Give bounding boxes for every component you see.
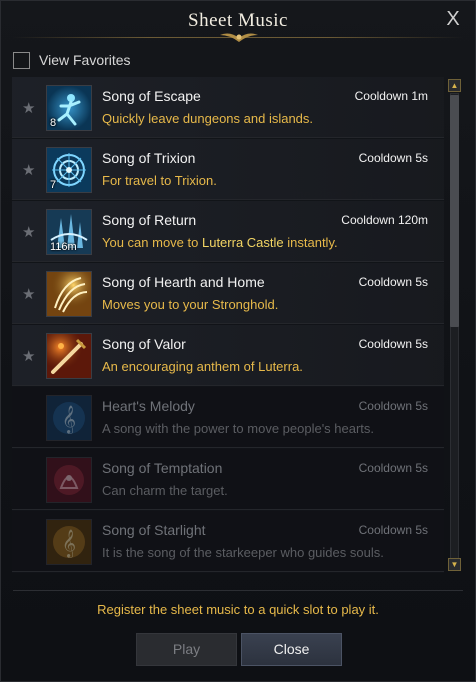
song-description: An encouraging anthem of Luterra. [102,359,303,374]
list-scrollbar[interactable]: ▲ ▼ [448,79,461,573]
list-item[interactable]: Song of Temptation Cooldown 5s Can charm… [12,449,444,510]
favorites-checkbox[interactable] [13,51,30,69]
scroll-down-icon[interactable]: ▼ [448,558,461,571]
list-item[interactable]: ★ Song of Valor Cooldown 5s An encouragi… [12,325,444,386]
scroll-thumb[interactable] [450,95,459,327]
song-name: Song of Temptation [102,460,223,476]
list-item[interactable]: 𝄞 Song of Starlight Cooldown 5s It is th… [12,511,444,572]
song-cooldown: Cooldown 5s [358,523,428,537]
return-song-icon: 116m [46,209,92,255]
song-cooldown: Cooldown 5s [358,151,428,165]
song-list: ★ 8 Song of Escape Cooldown 1m Quickly l… [12,77,444,573]
close-button[interactable]: Close [241,633,342,666]
item-count: 7 [50,179,57,191]
valor-song-icon [46,333,92,379]
song-name: Song of Escape [102,88,201,104]
item-count: 8 [50,117,57,129]
song-description: Can charm the target. [102,483,228,498]
song-cooldown: Cooldown 5s [358,275,428,289]
favorite-star-icon[interactable]: ★ [22,287,35,302]
song-name: Song of Return [102,212,197,228]
play-button[interactable]: Play [136,633,237,666]
location-highlight: Luterra Castle [201,235,284,250]
melody-song-icon: 𝄞 [46,395,92,441]
hearth-song-icon [46,271,92,317]
song-cooldown: Cooldown 1m [354,89,428,103]
favorites-label: View Favorites [39,52,131,68]
escape-song-icon: 8 [46,85,92,131]
list-item[interactable]: 𝄞 Heart's Melody Cooldown 5s A song with… [12,387,444,448]
svg-text:𝄞: 𝄞 [62,405,76,434]
favorite-star-icon[interactable]: ★ [22,163,35,178]
song-description: It is the song of the starkeeper who gui… [102,545,384,560]
list-item[interactable]: ★ 7 Song of Trixion Cooldown 5s For trav… [12,139,444,200]
close-icon[interactable]: X [441,7,465,31]
song-cooldown: Cooldown 5s [358,337,428,351]
song-name: Song of Starlight [102,522,206,538]
favorite-star-icon[interactable]: ★ [22,225,35,240]
song-description: Moves you to your Stronghold. [102,297,279,312]
starlight-song-icon: 𝄞 [46,519,92,565]
cooldown-remaining: 116m [50,241,77,253]
list-item[interactable]: ★ Song of Hearth and Home Cooldown 5s Mo… [12,263,444,324]
song-name: Song of Trixion [102,150,196,166]
title-ornament-icon [220,33,258,42]
song-description: For travel to Trixion. [102,173,217,188]
list-item[interactable]: ★ 116m Song of Return Cooldown 120m You … [12,201,444,262]
favorite-star-icon[interactable]: ★ [22,101,35,116]
favorite-star-icon[interactable]: ★ [22,349,35,364]
title-bar: Sheet Music X [1,1,475,45]
song-cooldown: Cooldown 120m [341,213,428,227]
song-description: Quickly leave dungeons and islands. [102,111,314,126]
footer-divider [13,590,463,591]
list-item[interactable]: ★ 8 Song of Escape Cooldown 1m Quickly l… [12,77,444,138]
temptation-song-icon [46,457,92,503]
trixion-song-icon: 7 [46,147,92,193]
view-favorites-toggle[interactable]: View Favorites [13,50,131,70]
song-name: Heart's Melody [102,398,195,414]
scroll-up-icon[interactable]: ▲ [448,79,461,92]
song-name: Song of Valor [102,336,186,352]
song-description: A song with the power to move people's h… [102,421,375,436]
song-cooldown: Cooldown 5s [358,399,428,413]
song-name: Song of Hearth and Home [102,274,265,290]
song-description: You can move to Luterra Castle instantly… [102,235,338,250]
footer-hint: Register the sheet music to a quick slot… [97,602,379,617]
song-cooldown: Cooldown 5s [358,461,428,475]
sheet-music-window: ◈ Over the Black Road Vine ◈ Village Pur… [0,0,476,682]
svg-text:𝄞: 𝄞 [62,529,76,558]
